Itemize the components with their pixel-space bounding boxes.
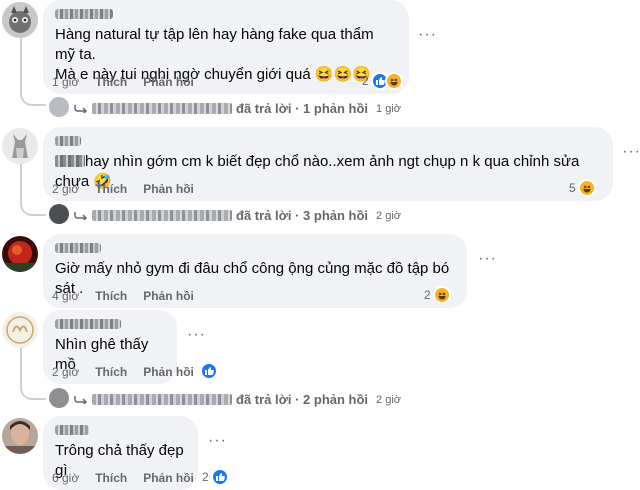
haha-icon	[384, 72, 403, 90]
replies-label: đã trả lời · 1 phản hồi	[236, 101, 369, 116]
reply-button[interactable]: Phản hồi	[143, 365, 194, 379]
thread-curve	[20, 202, 46, 216]
avatar[interactable]	[2, 2, 38, 38]
like-icon	[210, 468, 229, 486]
author-name[interactable]	[55, 319, 121, 329]
like-button[interactable]: Thích	[95, 182, 127, 196]
replier-name	[92, 103, 232, 114]
thread-curve	[20, 386, 46, 400]
like-button[interactable]: Thích	[95, 289, 127, 303]
reply-avatar[interactable]	[49, 97, 69, 117]
comment-actions: 1 giờ Thích Phản hồi	[52, 75, 194, 89]
avatar[interactable]	[2, 236, 38, 272]
timestamp[interactable]: 2 giờ	[52, 182, 79, 196]
author-name[interactable]	[55, 9, 113, 19]
haha-icon	[577, 179, 596, 197]
replies-time: 2 giờ	[376, 393, 401, 406]
more-options-button[interactable]: ···	[187, 326, 206, 344]
blurred-mention	[55, 155, 85, 167]
reaction-count: 5	[569, 181, 576, 195]
like-button[interactable]: Thích	[95, 75, 127, 89]
comment-actions: 2 giờ Thích Phản hồi	[52, 182, 194, 196]
reply-button[interactable]: Phản hồi	[143, 75, 194, 89]
timestamp[interactable]: 4 giờ	[52, 289, 79, 303]
comment-actions: 4 giờ Thích Phản hồi	[52, 289, 194, 303]
reply-button[interactable]: Phản hồi	[143, 182, 194, 196]
author-name[interactable]	[55, 425, 89, 435]
avatar[interactable]	[2, 128, 38, 164]
timestamp[interactable]: 6 giờ	[52, 471, 79, 485]
timestamp[interactable]: 2 giờ	[52, 365, 79, 379]
avatar[interactable]	[2, 418, 38, 454]
reply-arrow-icon	[74, 105, 88, 113]
view-replies-link[interactable]: đã trả lời · 1 phản hồi 1 giờ	[74, 101, 401, 116]
thread-curve	[20, 92, 46, 106]
view-replies-link[interactable]: đã trả lời · 2 phản hồi 2 giờ	[74, 392, 401, 407]
like-icon	[200, 362, 218, 380]
reaction-summary[interactable]: 2	[424, 286, 451, 304]
replies-label: đã trả lời · 2 phản hồi	[236, 392, 369, 407]
comment-actions: 6 giờ Thích Phản hồi	[52, 471, 194, 485]
haha-icon	[432, 286, 451, 304]
reaction-summary[interactable]	[198, 362, 218, 380]
more-options-button[interactable]: ···	[622, 143, 640, 161]
reply-button[interactable]: Phản hồi	[143, 289, 194, 303]
reaction-count: 2	[362, 74, 369, 88]
reaction-summary[interactable]: 2	[362, 72, 403, 90]
like-button[interactable]: Thích	[95, 471, 127, 485]
replies-time: 1 giờ	[376, 102, 401, 115]
reply-button[interactable]: Phản hồi	[143, 471, 194, 485]
reaction-summary[interactable]: 5	[569, 179, 596, 197]
timestamp[interactable]: 1 giờ	[52, 75, 79, 89]
author-name[interactable]	[55, 136, 81, 146]
replier-name	[92, 210, 232, 221]
reaction-count: 2	[202, 470, 209, 484]
replies-label: đã trả lời · 3 phản hồi	[236, 208, 369, 223]
thread-line	[20, 38, 22, 96]
avatar[interactable]	[2, 312, 38, 348]
reply-avatar[interactable]	[49, 388, 69, 408]
author-name[interactable]	[55, 243, 101, 253]
reply-arrow-icon	[74, 212, 88, 220]
reply-avatar[interactable]	[49, 204, 69, 224]
like-button[interactable]: Thích	[95, 365, 127, 379]
reply-arrow-icon	[74, 396, 88, 404]
view-replies-link[interactable]: đã trả lời · 3 phản hồi 2 giờ	[74, 208, 401, 223]
replies-time: 2 giờ	[376, 209, 401, 222]
reaction-summary[interactable]: 2	[202, 468, 229, 486]
comment-actions: 2 giờ Thích Phản hồi	[52, 365, 194, 379]
reaction-count: 2	[424, 288, 431, 302]
replier-name	[92, 394, 232, 405]
more-options-button[interactable]: ···	[208, 432, 227, 450]
more-options-button[interactable]: ···	[478, 250, 497, 268]
more-options-button[interactable]: ···	[418, 26, 437, 44]
